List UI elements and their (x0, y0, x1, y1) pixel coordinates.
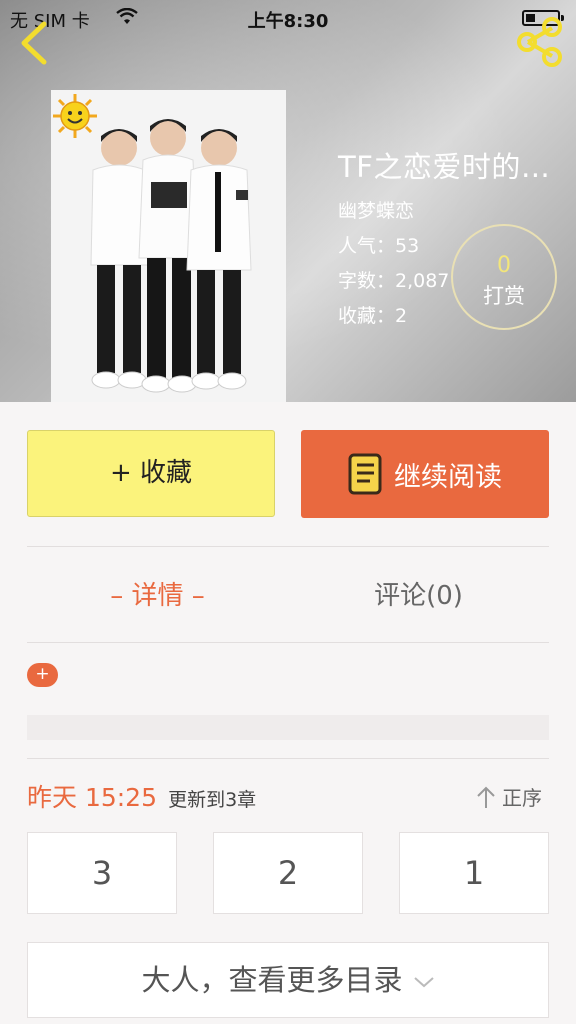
chapter-tile[interactable]: 2 (213, 832, 363, 914)
collect-button[interactable]: + 收藏 (27, 430, 275, 517)
book-title: TF之恋爱时的… (338, 150, 551, 184)
clock: 上午8:30 (247, 11, 329, 32)
back-button[interactable] (14, 20, 54, 66)
divider (27, 758, 549, 759)
sort-order-label: 正序 (502, 786, 542, 810)
tab-details[interactable]: – 详情 – (27, 556, 288, 636)
update-text: 更新到3章 (168, 789, 257, 811)
update-info: 昨天 15:25 更新到3章 (27, 778, 256, 814)
more-catalog-label: 大人，查看更多目录 (141, 963, 403, 997)
book-author[interactable]: 幽梦蝶恋 (338, 194, 550, 229)
tab-comments[interactable]: 评论(0) (288, 556, 549, 636)
sort-order-button[interactable]: 正序 (476, 782, 542, 811)
book-cover[interactable] (51, 90, 286, 402)
more-catalog-button[interactable]: 大人，查看更多目录 (27, 942, 549, 1018)
add-tag-button[interactable]: + (27, 663, 58, 687)
divider (27, 642, 549, 643)
cover-illustration (51, 90, 286, 402)
arrow-up-icon (477, 786, 495, 808)
sun-sticker-icon (53, 94, 97, 138)
share-button[interactable] (514, 16, 566, 68)
share-icon (517, 17, 562, 67)
continue-reading-button[interactable]: 继续阅读 (301, 430, 549, 518)
tip-label: 打赏 (483, 284, 525, 308)
continue-reading-label: 继续阅读 (394, 461, 502, 493)
chevron-left-icon (21, 21, 47, 65)
chevron-down-icon (413, 977, 434, 988)
description-area (27, 715, 549, 740)
book-header: 无 SIM 卡 上午8:30 TF之恋爱时的… 幽梦蝶恋 人气：53 字数：2,… (0, 0, 576, 402)
tip-button[interactable]: 0 打赏 (451, 224, 557, 330)
chapter-tile[interactable]: 1 (399, 832, 549, 914)
status-bar: 无 SIM 卡 上午8:30 (0, 0, 576, 36)
divider (27, 546, 549, 547)
book-icon (348, 453, 382, 495)
tip-count: 0 (497, 253, 511, 278)
chapter-tile[interactable]: 3 (27, 832, 177, 914)
update-time: 昨天 15:25 (27, 783, 157, 812)
